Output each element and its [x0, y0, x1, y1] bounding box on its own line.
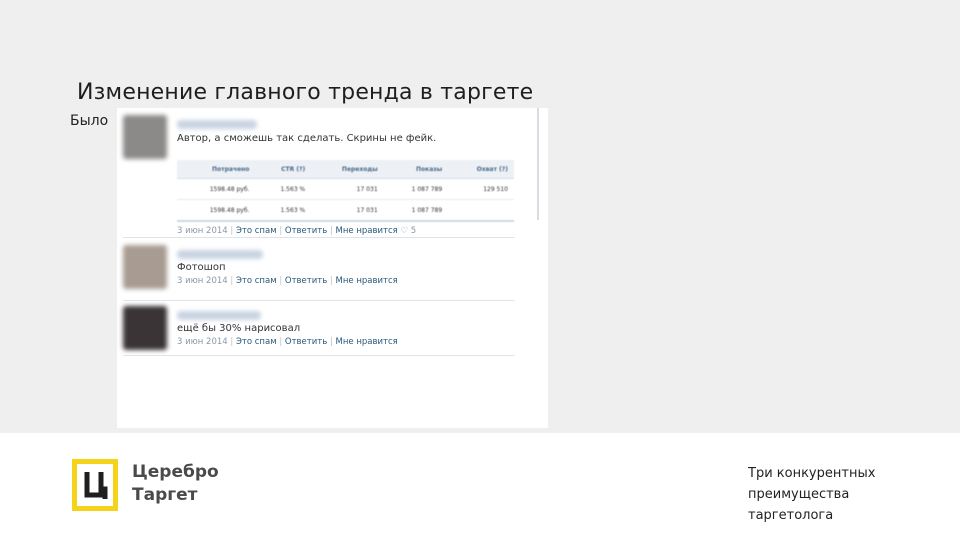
- avatar: [123, 306, 167, 350]
- table-row: 1598.48 руб. 1.563 % 17 031 1 087 789: [177, 199, 514, 222]
- cell-impressions: 1 087 789: [383, 178, 449, 200]
- spam-link[interactable]: Это спам: [236, 337, 277, 347]
- comment-divider: [123, 355, 515, 356]
- author-name-blurred: [177, 120, 257, 129]
- brand-name-line1: Церебро: [132, 462, 219, 482]
- reply-link[interactable]: Ответить: [285, 226, 327, 236]
- cell-spent: 1598.48 руб.: [177, 199, 256, 222]
- reply-link[interactable]: Ответить: [285, 276, 327, 286]
- comment-date[interactable]: 3 июн 2014: [177, 226, 228, 236]
- col-header-reach: Охват (?): [448, 160, 514, 179]
- avatar: [123, 115, 167, 159]
- comment-meta: 3 июн 2014 | Это спам | Ответить | Мне н…: [177, 226, 417, 236]
- comment-meta: 3 июн 2014 | Это спам | Ответить | Мне н…: [177, 337, 398, 347]
- author-name-blurred: [177, 250, 263, 259]
- stats-table: Потрачено CTR (?) Переходы Показы Охват …: [177, 160, 514, 222]
- cell-reach: [448, 199, 514, 222]
- spam-link[interactable]: Это спам: [236, 276, 277, 286]
- comment-date[interactable]: 3 июн 2014: [177, 337, 228, 347]
- spam-link[interactable]: Это спам: [236, 226, 277, 236]
- avatar: [123, 245, 167, 289]
- before-label: Было: [70, 113, 109, 129]
- tagline: Три конкурентных преимущества таргетолог…: [748, 463, 875, 526]
- comment-text: ещё бы 30% нарисовал: [177, 323, 301, 334]
- table-row: 1598.48 руб. 1.563 % 17 031 1 087 789 12…: [177, 178, 514, 200]
- slide-title: Изменение главного тренда в таргете: [77, 80, 534, 105]
- tagline-line: таргетолога: [748, 508, 834, 523]
- brand-logo-icon: [72, 459, 118, 511]
- comment-date[interactable]: 3 июн 2014: [177, 276, 228, 286]
- col-header-clicks: Переходы: [311, 160, 384, 179]
- col-header-ctr: CTR (?): [255, 160, 312, 179]
- brand-name-line2: Таргет: [132, 485, 198, 505]
- scrollbar[interactable]: [537, 108, 539, 220]
- comment-divider: [123, 237, 515, 238]
- comment-text: Фотошоп: [177, 262, 226, 273]
- cell-ctr: 1.563 %: [255, 178, 312, 200]
- cell-clicks: 17 031: [311, 178, 384, 200]
- cell-clicks: 17 031: [311, 199, 384, 222]
- comments-screenshot: Автор, а сможешь так сделать. Скрины не …: [117, 108, 548, 428]
- reply-link[interactable]: Ответить: [285, 337, 327, 347]
- col-header-impressions: Показы: [383, 160, 449, 179]
- stats-header-row: Потрачено CTR (?) Переходы Показы Охват …: [177, 160, 514, 179]
- cell-spent: 1598.48 руб.: [177, 178, 256, 200]
- like-link[interactable]: Мне нравится: [336, 226, 398, 236]
- tagline-line: преимущества: [748, 487, 850, 502]
- col-header-spent: Потрачено: [177, 160, 256, 179]
- like-link[interactable]: Мне нравится: [336, 276, 398, 286]
- tagline-line: Три конкурентных: [748, 466, 876, 481]
- cell-ctr: 1.563 %: [255, 199, 312, 222]
- author-name-blurred: [177, 311, 261, 320]
- comment-divider: [123, 300, 515, 301]
- like-link[interactable]: Мне нравится: [336, 337, 398, 347]
- cell-reach: 129 510: [448, 178, 514, 200]
- comment-text: Автор, а сможешь так сделать. Скрины не …: [177, 133, 437, 144]
- comment-meta: 3 июн 2014 | Это спам | Ответить | Мне н…: [177, 276, 398, 286]
- like-count[interactable]: ♡ 5: [400, 226, 416, 236]
- cell-impressions: 1 087 789: [383, 199, 449, 222]
